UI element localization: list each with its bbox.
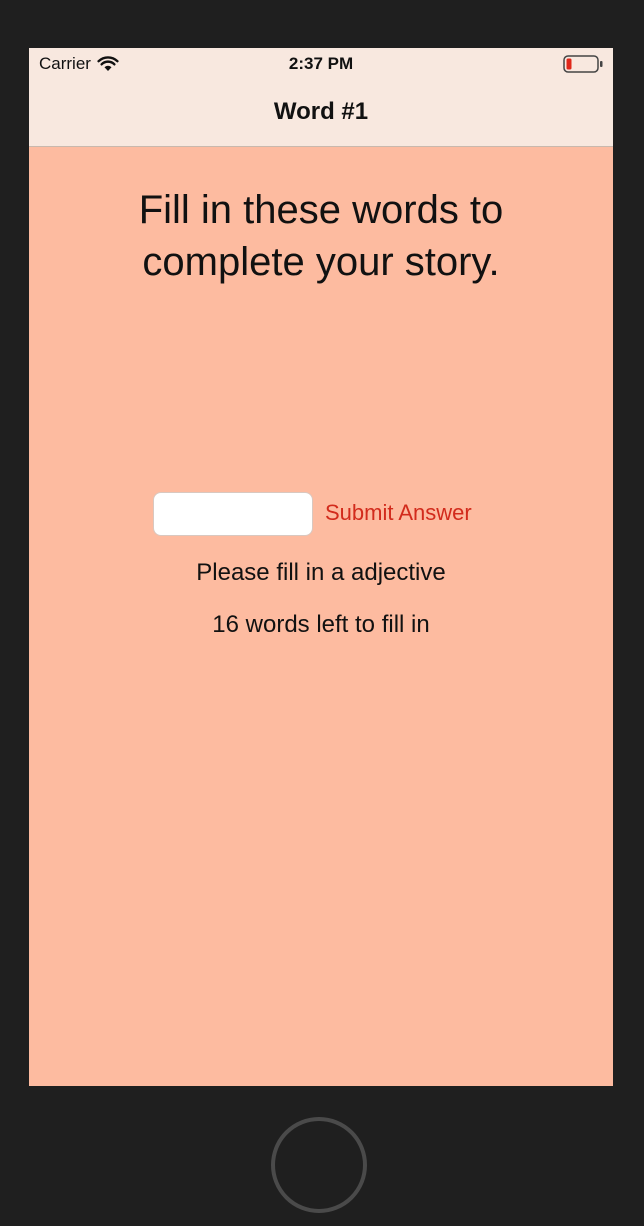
- status-bar: Carrier 2:37 PM: [29, 48, 613, 80]
- words-remaining-label: 16 words left to fill in: [212, 611, 430, 638]
- app-screen: Carrier 2:37 PM Word #1 Fill in these wo…: [29, 48, 613, 1086]
- answer-input[interactable]: [153, 492, 313, 536]
- battery-low-icon: [563, 55, 603, 73]
- status-time: 2:37 PM: [288, 54, 354, 73]
- instruction-text: Fill in these words to complete your sto…: [138, 188, 504, 284]
- page-title: Word #1: [273, 98, 369, 125]
- home-button[interactable]: [271, 1117, 367, 1213]
- submit-answer-button[interactable]: Submit Answer: [325, 500, 472, 526]
- word-type-prompt: Please fill in a adjective: [196, 559, 446, 586]
- device-frame: Carrier 2:37 PM Word #1 Fill in these wo…: [0, 0, 644, 1226]
- navigation-bar: Carrier 2:37 PM Word #1: [29, 48, 613, 147]
